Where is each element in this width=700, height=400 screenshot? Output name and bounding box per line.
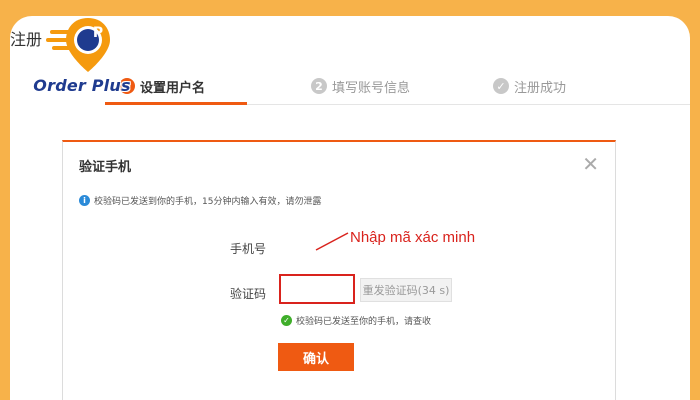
- resend-code-button[interactable]: 重发验证码(34 s): [360, 278, 452, 302]
- code-label: 验证码: [230, 287, 267, 301]
- info-notice: i 校验码已发送到你的手机，15分钟内输入有效，请勿泄露: [79, 194, 321, 207]
- info-icon: i: [79, 195, 90, 206]
- dialog-title: 验证手机: [79, 160, 132, 175]
- step-label: 注册成功: [514, 80, 567, 96]
- annotation-text: Nhập mã xác minh: [350, 229, 476, 246]
- code-sent-message: ✓ 校验码已发送至你的手机，请查收: [281, 314, 431, 327]
- step-fill-account-info[interactable]: 2 填写账号信息: [311, 70, 410, 102]
- check-icon: ✓: [281, 315, 292, 326]
- step-registration-success[interactable]: ✓ 注册成功: [493, 70, 566, 102]
- notice-text: 校验码已发送到你的手机，15分钟内输入有效，请勿泄露: [94, 197, 322, 207]
- order-plus-logo: P Order Plus: [26, 14, 138, 104]
- step-label: 设置用户名: [140, 80, 206, 96]
- location-pin-logo-icon: [46, 18, 110, 72]
- logo-brand-text: Order Plus: [33, 76, 131, 95]
- logo-letter: P: [92, 25, 104, 41]
- phone-label: 手机号: [230, 242, 267, 256]
- check-circle-icon: ✓: [493, 78, 509, 94]
- close-icon[interactable]: ✕: [582, 152, 599, 176]
- step-number-badge: 2: [311, 78, 327, 94]
- registration-steps: 1 设置用户名 2 填写账号信息 ✓ 注册成功: [105, 70, 690, 105]
- step-label: 填写账号信息: [332, 80, 411, 96]
- sent-message-text: 校验码已发送至你的手机，请查收: [296, 317, 432, 327]
- verify-phone-dialog: 验证手机 ✕ i 校验码已发送到你的手机，15分钟内输入有效，请勿泄露 手机号 …: [62, 140, 616, 400]
- verification-code-input[interactable]: [279, 274, 355, 304]
- confirm-button[interactable]: 确认: [278, 343, 354, 371]
